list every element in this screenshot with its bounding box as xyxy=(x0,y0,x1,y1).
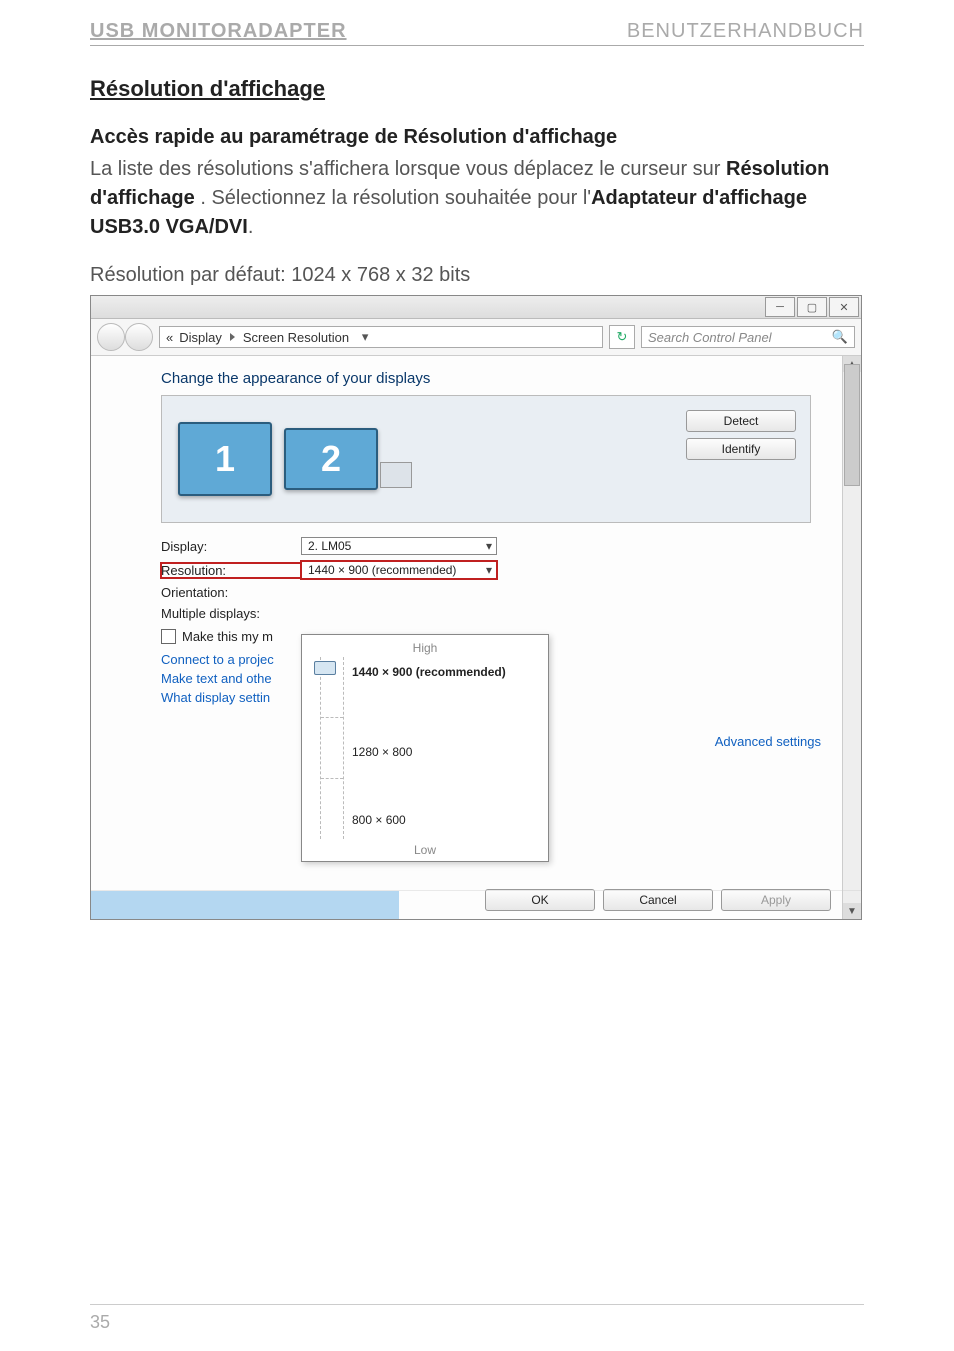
make-main-label: Make this my m xyxy=(182,629,273,644)
body-text-2: . Sélectionnez la résolution souhaitée p… xyxy=(200,187,591,209)
display-label: Display: xyxy=(161,539,301,554)
scrollbar[interactable]: ▲ ▼ xyxy=(842,356,861,919)
popup-option-1280x800[interactable]: 1280 × 800 xyxy=(352,745,412,759)
detect-button[interactable]: Detect xyxy=(686,410,796,432)
refresh-button[interactable]: ↻ xyxy=(609,325,635,349)
back-button[interactable] xyxy=(97,323,125,351)
monitor-1[interactable]: 1 xyxy=(178,422,272,496)
orientation-label: Orientation: xyxy=(161,585,301,600)
maximize-button[interactable]: ▢ xyxy=(797,297,827,317)
header-left: USB MONITORADAPTER xyxy=(90,20,347,43)
make-main-checkbox[interactable] xyxy=(161,629,176,644)
resolution-label: Resolution: xyxy=(161,563,301,578)
page-number: 35 xyxy=(90,1312,110,1333)
breadcrumb-seg-display[interactable]: Display xyxy=(179,330,222,345)
multiple-displays-label: Multiple displays: xyxy=(161,606,301,621)
breadcrumb-seg-screenres[interactable]: Screen Resolution xyxy=(243,330,349,345)
page-header: USB MONITORADAPTER BENUTZERHANDBUCH xyxy=(90,20,864,46)
breadcrumb-dropdown[interactable]: ▾ xyxy=(355,329,375,345)
nav-buttons xyxy=(97,323,153,351)
monitor-2-label: 2 xyxy=(321,438,341,480)
breadcrumb-back: « xyxy=(166,330,173,345)
popup-high-label: High xyxy=(310,641,540,655)
forward-button[interactable] xyxy=(125,323,153,351)
header-right: BENUTZERHANDBUCH xyxy=(627,20,864,43)
address-bar: « Display Screen Resolution ▾ ↻ Search C… xyxy=(91,319,861,356)
section-title: Résolution d'affichage xyxy=(90,76,864,102)
minimize-button[interactable]: ─ xyxy=(765,297,795,317)
advanced-settings-link[interactable]: Advanced settings xyxy=(715,734,821,749)
chevron-right-icon xyxy=(230,333,235,341)
resolution-slider-track[interactable] xyxy=(320,657,344,839)
screenshot-window: ─ ▢ ✕ « Display Screen Resolution ▾ ↻ Se… xyxy=(90,295,862,920)
grid-icon xyxy=(380,462,412,488)
popup-low-label: Low xyxy=(302,843,548,857)
body-text-1: La liste des résolutions s'affichera lor… xyxy=(90,158,726,180)
search-icon: 🔍 xyxy=(832,329,848,345)
search-input[interactable]: Search Control Panel 🔍 xyxy=(641,326,855,348)
close-button[interactable]: ✕ xyxy=(829,297,859,317)
scroll-thumb[interactable] xyxy=(844,364,860,486)
window-titlebar: ─ ▢ ✕ xyxy=(91,296,861,319)
monitor-preview-area[interactable]: 1 2 Detect Identify xyxy=(161,395,811,523)
default-resolution-line: Résolution par défaut: 1024 x 768 x 32 b… xyxy=(90,264,864,287)
identify-button[interactable]: Identify xyxy=(686,438,796,460)
breadcrumb[interactable]: « Display Screen Resolution ▾ xyxy=(159,326,603,348)
body-text-3: . xyxy=(248,216,254,238)
popup-option-recommended[interactable]: 1440 × 900 (recommended) xyxy=(352,665,506,679)
footer-rule xyxy=(90,1304,864,1305)
popup-option-800x600[interactable]: 800 × 600 xyxy=(352,813,406,827)
monitor-2[interactable]: 2 xyxy=(284,428,378,490)
search-placeholder: Search Control Panel xyxy=(648,330,772,345)
window-footer-shade xyxy=(91,890,861,919)
panel-title: Change the appearance of your displays xyxy=(161,370,811,387)
display-dropdown[interactable]: 2. LM05 xyxy=(301,537,497,555)
subheading: Accès rapide au paramétrage de Résolutio… xyxy=(90,126,864,149)
body-paragraph: La liste des résolutions s'affichera lor… xyxy=(90,155,864,242)
resolution-popup[interactable]: High 1440 × 900 (recommended) 1280 × 800… xyxy=(301,634,549,862)
resolution-dropdown[interactable]: 1440 × 900 (recommended) xyxy=(301,561,497,579)
resolution-slider-handle[interactable] xyxy=(314,661,336,675)
